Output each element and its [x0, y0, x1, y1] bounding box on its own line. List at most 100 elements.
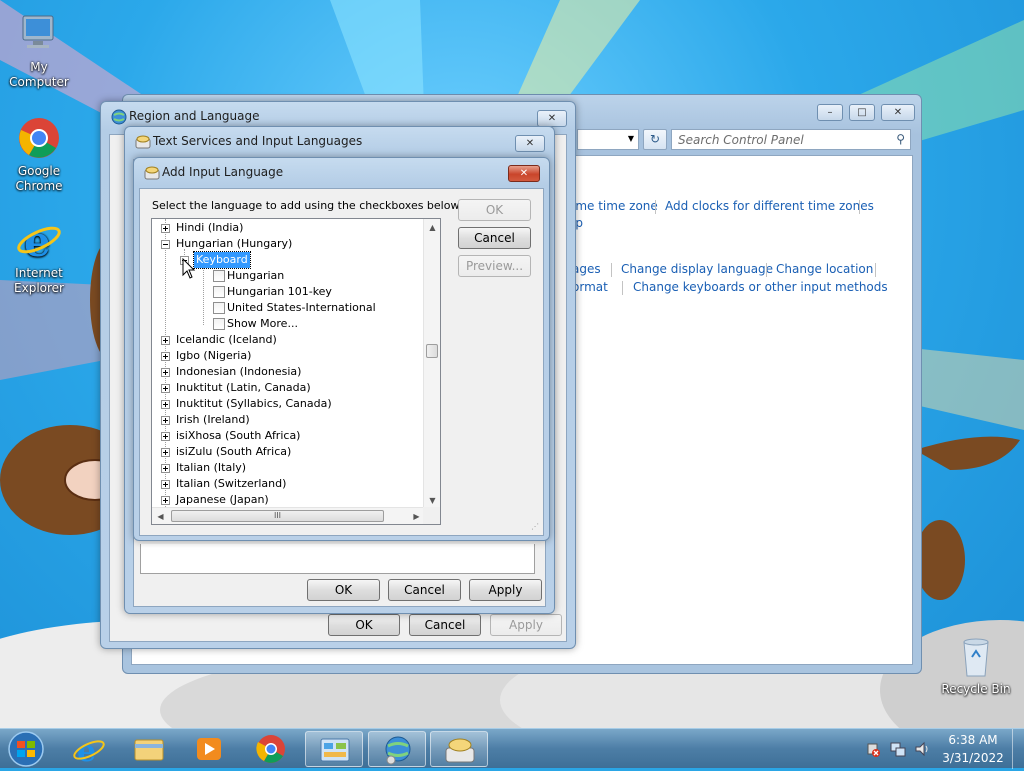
taskbar-media-player-button[interactable] [180, 731, 238, 767]
tree-item-isizulu[interactable]: isiZulu (South Africa) [152, 444, 412, 460]
tree-item-isixhosa[interactable]: isiXhosa (South Africa) [152, 428, 412, 444]
taskbar-region-language-button[interactable] [368, 731, 426, 767]
link-change-location[interactable]: Change location [776, 262, 873, 276]
preview-button[interactable]: Preview... [458, 255, 531, 277]
horizontal-scrollbar[interactable]: ◀ III ▶ [152, 507, 425, 524]
clock-time[interactable]: 6:38 AM [938, 733, 1008, 747]
expand-icon[interactable] [161, 432, 170, 441]
tree-item-indonesian[interactable]: Indonesian (Indonesia) [152, 364, 412, 380]
tree-item-inuktitut-syllabics[interactable]: Inuktitut (Syllabics, Canada) [152, 396, 422, 412]
desktop-icon-recycle-bin[interactable]: Recycle Bin [936, 632, 1016, 697]
tree-item-japanese[interactable]: Japanese (Japan) [152, 492, 412, 508]
cancel-button[interactable]: Cancel [388, 579, 461, 601]
computer-icon [15, 10, 63, 58]
expand-icon[interactable] [161, 368, 170, 377]
expand-icon[interactable] [161, 416, 170, 425]
windows-logo-icon [8, 731, 44, 767]
expand-icon[interactable] [161, 384, 170, 393]
apply-button[interactable]: Apply [490, 614, 562, 636]
tree-item-icelandic[interactable]: Icelandic (Iceland) [152, 332, 412, 348]
action-center-icon[interactable] [866, 741, 880, 757]
link-change-keyboards[interactable]: Change keyboards or other input methods [633, 280, 888, 294]
address-bar-dropdown[interactable]: ▼ [577, 129, 639, 150]
apply-button[interactable]: Apply [469, 579, 542, 601]
resize-grip[interactable]: ⋰ [531, 523, 541, 533]
minimize-button[interactable]: – [817, 104, 843, 121]
collapse-icon[interactable] [161, 240, 170, 249]
tree-item-kb-us-international[interactable]: United States-International [152, 300, 412, 316]
link-time-zone[interactable]: ime time zone [572, 199, 658, 213]
expand-icon[interactable] [161, 352, 170, 361]
svg-text:e: e [24, 217, 51, 264]
network-icon[interactable] [890, 741, 906, 757]
scroll-thumb[interactable]: III [171, 510, 384, 522]
scroll-thumb[interactable] [426, 344, 438, 358]
tree-item-inuktitut-latin[interactable]: Inuktitut (Latin, Canada) [152, 380, 412, 396]
expand-icon[interactable] [161, 336, 170, 345]
expand-icon[interactable] [161, 448, 170, 457]
taskbar-chrome-button[interactable] [242, 731, 300, 767]
link-format-fragment[interactable]: ormat [572, 280, 608, 294]
volume-icon[interactable] [914, 741, 930, 757]
ok-button[interactable]: OK [307, 579, 380, 601]
maximize-button[interactable]: □ [849, 104, 875, 121]
tree-item-igbo[interactable]: Igbo (Nigeria) [152, 348, 412, 364]
dialog-title: Text Services and Input Languages [153, 134, 363, 148]
search-icon: ⚲ [896, 132, 905, 146]
taskbar-explorer-button[interactable] [120, 731, 178, 767]
start-button[interactable] [4, 730, 48, 768]
clock-date[interactable]: 3/31/2022 [938, 751, 1008, 765]
checkbox[interactable] [213, 318, 225, 330]
svg-text:e: e [77, 734, 96, 767]
tree-item-italian-switzerland[interactable]: Italian (Switzerland) [152, 476, 412, 492]
expand-icon[interactable] [161, 464, 170, 473]
link-languages-fragment[interactable]: ages [572, 262, 601, 276]
tree-item-kb-hungarian-101[interactable]: Hungarian 101-key [152, 284, 372, 300]
scroll-up-arrow[interactable]: ▲ [424, 219, 440, 236]
dialog-title: Add Input Language [162, 165, 284, 179]
cancel-button[interactable]: Cancel [458, 227, 531, 249]
expand-icon[interactable] [161, 496, 170, 505]
globe-icon [111, 109, 127, 125]
taskbar: e 6:38 AM 3/31/2022 [0, 728, 1024, 769]
desktop-icon-google-chrome[interactable]: Google Chrome [0, 114, 78, 194]
close-button[interactable]: ✕ [537, 110, 567, 127]
desktop-icon-label: My Computer [9, 60, 69, 89]
search-input[interactable]: Search Control Panel ⚲ [671, 129, 911, 150]
cancel-button[interactable]: Cancel [409, 614, 481, 636]
checkbox[interactable] [213, 286, 225, 298]
close-button[interactable]: ✕ [508, 165, 540, 182]
tree-item-italian-italy[interactable]: Italian (Italy) [152, 460, 412, 476]
folder-icon [134, 739, 164, 761]
expand-icon[interactable] [161, 400, 170, 409]
keyboard-icon [144, 165, 160, 181]
close-button[interactable]: ✕ [881, 104, 915, 121]
taskbar-ie-button[interactable]: e [60, 731, 118, 769]
mouse-cursor-icon [182, 257, 196, 280]
tree-item-keyboard[interactable]: Keyboard [152, 251, 272, 269]
ok-button[interactable]: OK [328, 614, 400, 636]
ie-icon: e [73, 734, 105, 769]
close-button[interactable]: ✕ [515, 135, 545, 152]
taskbar-control-panel-button[interactable] [305, 731, 363, 767]
desktop-icon-label: Google Chrome [15, 164, 63, 193]
link-add-clocks[interactable]: Add clocks for different time zones [665, 199, 874, 213]
expand-icon[interactable] [161, 480, 170, 489]
refresh-button[interactable]: ↻ [643, 129, 667, 150]
link-change-display-language[interactable]: Change display language [621, 262, 773, 276]
installed-services-list [140, 544, 535, 574]
desktop-icon-internet-explorer[interactable]: e Internet Explorer [0, 216, 78, 296]
checkbox[interactable] [213, 302, 225, 314]
ok-button[interactable]: OK [458, 199, 531, 221]
expand-icon[interactable] [161, 224, 170, 233]
taskbar-text-services-button[interactable] [430, 731, 488, 767]
media-player-icon [197, 738, 221, 760]
tree-item-show-more[interactable]: Show More... [152, 316, 372, 332]
search-placeholder: Search Control Panel [678, 133, 804, 147]
desktop-icon-my-computer[interactable]: My Computer [0, 10, 78, 90]
scroll-left-arrow[interactable]: ◀ [152, 508, 169, 524]
vertical-scrollbar[interactable]: ▲ ▼ [423, 219, 440, 509]
tree-item-irish[interactable]: Irish (Ireland) [152, 412, 412, 428]
checkbox[interactable] [213, 270, 225, 282]
show-desktop-button[interactable] [1012, 729, 1024, 769]
